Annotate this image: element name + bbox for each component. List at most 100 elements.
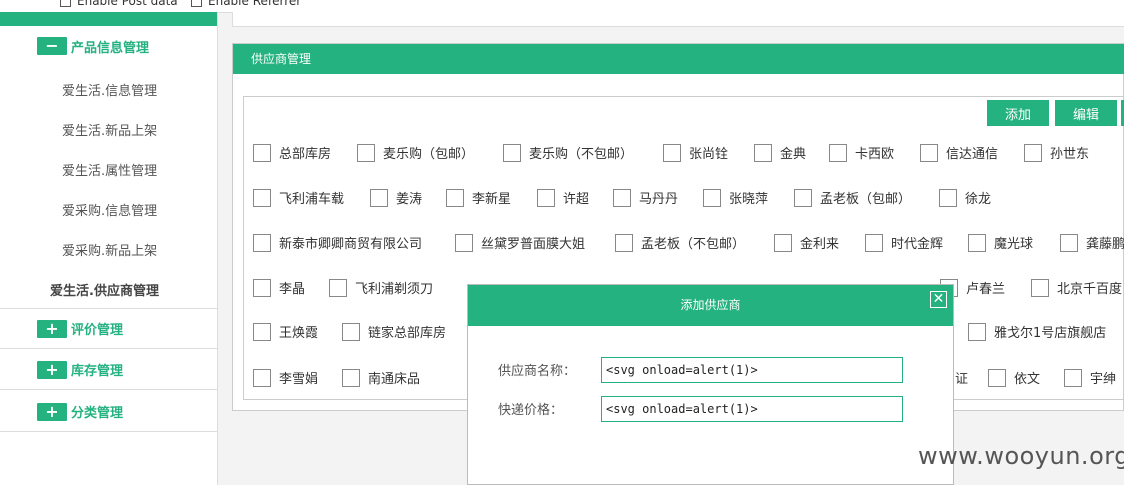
checkbox[interactable] [253,368,271,387]
enable-referrer-option[interactable]: Enable Referrer [191,0,301,8]
supplier-label: 魔光球 [994,237,1034,252]
checkbox[interactable] [1064,368,1082,387]
checkbox[interactable] [253,233,271,252]
sidebar-subitem-info[interactable]: 爱生活.信息管理 [62,80,157,99]
supplier-checkbox[interactable]: 金利来 [774,233,839,252]
supplier-checkbox[interactable]: 飞利浦车载 [253,188,344,207]
checkbox[interactable] [1060,233,1078,252]
sidebar-group-head[interactable]: − 产品信息管理 [0,26,217,66]
supplier-checkbox[interactable]: 麦乐购（不包邮） [503,143,633,162]
checkbox[interactable] [920,143,938,162]
supplier-checkbox-partial[interactable]: 证 [955,368,968,387]
sidebar-group-head[interactable]: + 分类管理 [0,392,217,432]
checkbox[interactable] [253,322,271,341]
supplier-checkbox[interactable]: 李雪娟 [253,368,318,387]
checkbox[interactable] [703,188,721,207]
checkbox[interactable] [829,143,847,162]
supplier-checkbox[interactable]: 张尚铨 [663,143,728,162]
add-button[interactable]: 添加 [987,100,1049,126]
supplier-checkbox[interactable]: 马丹丹 [613,188,678,207]
supplier-checkbox[interactable]: 李晶 [253,278,305,297]
supplier-checkbox[interactable]: 时代金辉 [865,233,943,252]
sidebar-subitem-supplier[interactable]: 爱生活.供应商管理 [50,280,159,299]
checkbox[interactable] [988,368,1006,387]
supplier-name-input[interactable] [601,357,903,383]
checkbox[interactable] [968,322,986,341]
supplier-checkbox[interactable]: 链家总部库房 [342,322,446,341]
supplier-checkbox[interactable]: 飞利浦剃须刀 [329,278,433,297]
checkbox[interactable] [253,143,271,162]
checkbox[interactable] [968,233,986,252]
sidebar-group-head[interactable]: + 评价管理 [0,309,217,349]
supplier-checkbox[interactable]: 南通床品 [342,368,420,387]
enable-post-option[interactable]: Enable Post data [60,0,178,8]
supplier-checkbox[interactable]: 龚藤鹏 [1060,233,1124,252]
supplier-label: 徐龙 [965,192,992,207]
supplier-checkbox[interactable]: 宇绅 [1064,368,1116,387]
collapse-icon[interactable]: − [37,37,67,55]
supplier-label: 新泰市卿卿商贸有限公司 [279,237,423,252]
sidebar-group-head[interactable]: + 库存管理 [0,350,217,390]
checkbox[interactable] [774,233,792,252]
supplier-checkbox[interactable]: 孟老板（包邮） [794,188,911,207]
supplier-checkbox[interactable]: 张晓萍 [703,188,768,207]
checkbox[interactable] [342,368,360,387]
sidebar-group-stock[interactable]: + 库存管理 [0,350,217,390]
checkbox[interactable] [370,188,388,207]
supplier-checkbox[interactable]: 依文 [988,368,1040,387]
supplier-checkbox[interactable]: 姜涛 [370,188,422,207]
checkbox[interactable] [794,188,812,207]
checkbox[interactable] [1024,143,1042,162]
checkbox[interactable] [537,188,555,207]
supplier-checkbox[interactable]: 孙世东 [1024,143,1089,162]
checkbox[interactable] [1031,278,1049,297]
supplier-checkbox[interactable]: 雅戈尔1号店旗舰店 [968,322,1106,341]
supplier-checkbox[interactable]: 魔光球 [968,233,1033,252]
expand-icon[interactable]: + [37,402,67,421]
supplier-checkbox[interactable]: 金典 [754,143,806,162]
checkbox[interactable] [253,278,271,297]
checkbox[interactable] [446,188,464,207]
supplier-label: 飞利浦车载 [279,192,345,207]
expand-icon[interactable]: + [37,319,67,338]
sidebar-subitem-purchase-info[interactable]: 爱采购.信息管理 [62,200,157,219]
supplier-checkbox[interactable]: 孟老板（不包邮） [615,233,745,252]
enable-post-checkbox[interactable] [60,0,71,7]
sidebar-group-product-info[interactable]: − 产品信息管理 [0,26,217,66]
supplier-checkbox[interactable]: 信达通信 [920,143,998,162]
supplier-checkbox[interactable]: 徐龙 [939,188,991,207]
sidebar-group-review[interactable]: + 评价管理 [0,308,217,349]
supplier-checkbox[interactable]: 麦乐购（包邮） [357,143,474,162]
supplier-label: 张晓萍 [729,192,769,207]
checkbox[interactable] [455,233,473,252]
supplier-checkbox[interactable]: 新泰市卿卿商贸有限公司 [253,233,422,252]
supplier-checkbox[interactable]: 许超 [537,188,589,207]
edit-button[interactable]: 编辑 [1055,100,1117,126]
sidebar-group-category[interactable]: + 分类管理 [0,392,217,432]
close-icon[interactable]: ✕ [930,291,947,308]
checkbox[interactable] [865,233,883,252]
supplier-checkbox[interactable]: 李新星 [446,188,511,207]
shipping-price-input[interactable] [601,396,903,422]
checkbox[interactable] [342,322,360,341]
checkbox[interactable] [663,143,681,162]
enable-referrer-checkbox[interactable] [191,0,202,7]
supplier-checkbox[interactable]: 北京千百度 [1031,278,1122,297]
checkbox[interactable] [613,188,631,207]
checkbox[interactable] [253,188,271,207]
supplier-checkbox[interactable]: 丝黛罗普面膜大姐 [455,233,585,252]
expand-icon[interactable]: + [37,360,67,379]
supplier-label: 丝黛罗普面膜大姐 [481,237,586,252]
checkbox[interactable] [503,143,521,162]
checkbox[interactable] [357,143,375,162]
supplier-checkbox[interactable]: 总部库房 [253,143,331,162]
sidebar-subitem-attr[interactable]: 爱生活.属性管理 [62,160,157,179]
checkbox[interactable] [615,233,633,252]
sidebar-subitem-new[interactable]: 爱生活.新品上架 [62,120,157,139]
checkbox[interactable] [754,143,772,162]
checkbox[interactable] [329,278,347,297]
checkbox[interactable] [939,188,957,207]
supplier-checkbox[interactable]: 卡西欧 [829,143,894,162]
supplier-checkbox[interactable]: 王焕霞 [253,322,318,341]
sidebar-subitem-purchase-new[interactable]: 爱采购.新品上架 [62,240,157,259]
